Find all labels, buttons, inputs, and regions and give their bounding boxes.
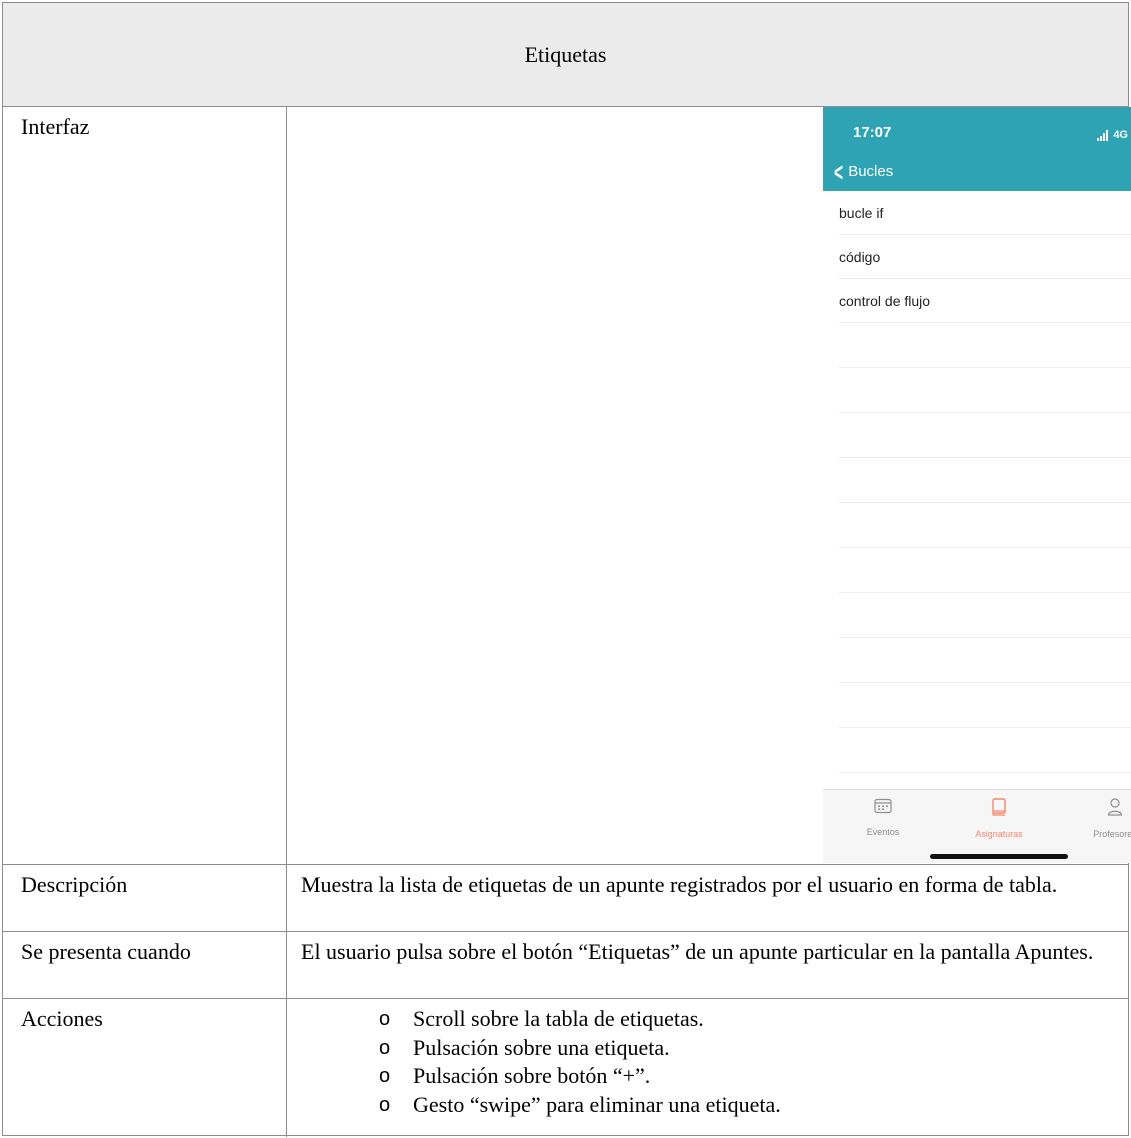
row-se-presenta: Se presenta cuando El usuario pulsa sobr… bbox=[3, 932, 1128, 999]
chevron-left-icon: < bbox=[834, 157, 844, 187]
empty-row bbox=[839, 503, 1131, 548]
tab-label: Eventos bbox=[866, 827, 900, 837]
book-icon bbox=[992, 798, 1006, 816]
bullet-icon: o bbox=[379, 1008, 391, 1030]
row-descripcion: Descripción Muestra la lista de etiqueta… bbox=[3, 865, 1128, 932]
calendar-icon bbox=[874, 798, 892, 814]
list-item[interactable]: código bbox=[839, 235, 1131, 279]
label-descripcion: Descripción bbox=[3, 865, 287, 931]
row-acciones: Acciones o Scroll sobre la tabla de etiqu… bbox=[3, 999, 1128, 1137]
label-acciones: Acciones bbox=[3, 999, 287, 1137]
bullet-icon: o bbox=[379, 1036, 391, 1059]
empty-row bbox=[839, 413, 1131, 458]
navigation-bar: < Bucles + bbox=[823, 151, 1131, 191]
value-interfaz: 17:07 4G ⚡ < Bucles + bbox=[287, 107, 1131, 864]
status-indicators: 4G ⚡ bbox=[1097, 121, 1131, 149]
label-se-presenta: Se presenta cuando bbox=[3, 932, 287, 998]
back-button[interactable]: < Bucles bbox=[831, 158, 893, 186]
person-icon bbox=[1107, 798, 1123, 816]
table-title: Etiquetas bbox=[3, 3, 1128, 107]
value-descripcion: Muestra la lista de etiquetas de un apun… bbox=[301, 872, 1058, 897]
status-time: 17:07 bbox=[853, 124, 892, 141]
tab-asignaturas[interactable]: Asignaturas bbox=[949, 798, 1049, 848]
empty-row bbox=[839, 323, 1131, 368]
empty-row bbox=[839, 548, 1131, 593]
empty-row bbox=[839, 683, 1131, 728]
tab-label: Asignaturas bbox=[975, 829, 1023, 839]
tab-profesores[interactable]: Profesores bbox=[1065, 798, 1131, 848]
list-item[interactable]: control de flujo bbox=[839, 279, 1131, 323]
back-label: Bucles bbox=[848, 163, 894, 180]
tab-eventos[interactable]: Eventos bbox=[833, 798, 933, 846]
list-item[interactable]: bucle if bbox=[839, 191, 1131, 235]
status-bar: 17:07 4G ⚡ bbox=[823, 107, 1131, 151]
value-se-presenta: El usuario pulsa sobre el botón “Etiquet… bbox=[301, 939, 1094, 964]
tab-bar: Eventos Asignaturas Profesore bbox=[823, 789, 1131, 863]
value-acciones: o Scroll sobre la tabla de etiquetas. o Pu… bbox=[287, 999, 1128, 1137]
tag-list[interactable]: bucle if código control de flujo bbox=[839, 191, 1131, 773]
list-item: o Gesto “swipe” para eliminar una etiquet… bbox=[379, 1091, 1118, 1120]
acciones-list: o Scroll sobre la tabla de etiquetas. o Pu… bbox=[301, 1005, 1118, 1119]
label-interfaz: Interfaz bbox=[3, 107, 287, 864]
empty-row bbox=[839, 368, 1131, 413]
bullet-icon: o bbox=[379, 1093, 391, 1116]
phone-screenshot: 17:07 4G ⚡ < Bucles + bbox=[823, 107, 1131, 863]
list-item: o Pulsación sobre botón “+”. bbox=[379, 1062, 1118, 1091]
empty-row bbox=[839, 638, 1131, 683]
empty-row bbox=[839, 593, 1131, 638]
network-label: 4G bbox=[1113, 129, 1128, 141]
tab-label: Profesores bbox=[1093, 829, 1131, 839]
list-item: o Scroll sobre la tabla de etiquetas. bbox=[379, 1005, 1118, 1034]
home-indicator bbox=[930, 854, 1068, 859]
empty-row bbox=[839, 458, 1131, 503]
bullet-icon: o bbox=[379, 1065, 391, 1087]
spec-table: Etiquetas Interfaz 17:07 4G ⚡ < bbox=[2, 2, 1131, 1137]
empty-row bbox=[839, 728, 1131, 773]
row-interfaz: Interfaz 17:07 4G ⚡ < Bucles bbox=[3, 107, 1131, 865]
signal-icon bbox=[1097, 129, 1109, 141]
list-item: o Pulsación sobre una etiqueta. bbox=[379, 1034, 1118, 1063]
